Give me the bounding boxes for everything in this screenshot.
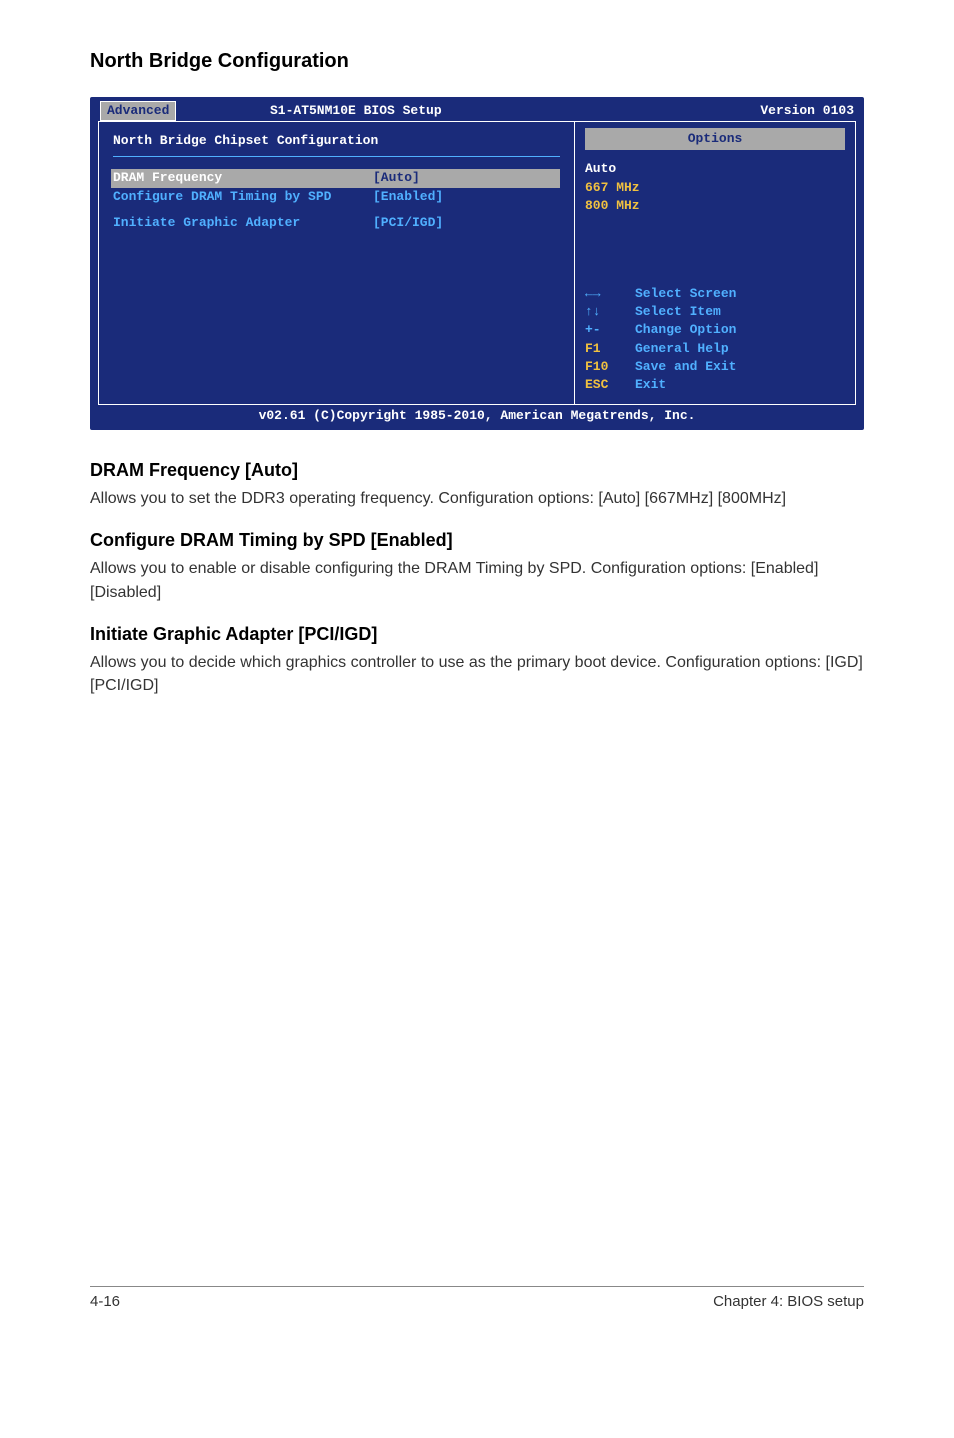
setting-row-dram-timing[interactable]: Configure DRAM Timing by SPD [Enabled] <box>113 188 560 206</box>
setting-label: DRAM Frequency <box>113 169 373 187</box>
bios-footer: v02.61 (C)Copyright 1985-2010, American … <box>92 407 862 428</box>
help-key: F1 <box>585 340 635 358</box>
bios-setup-title: S1-AT5NM10E BIOS Setup <box>270 102 684 120</box>
bios-window: Advanced S1-AT5NM10E BIOS Setup Version … <box>90 97 864 430</box>
help-text: Select Screen <box>635 285 736 303</box>
page-footer: 4-16 Chapter 4: BIOS setup <box>90 1286 864 1310</box>
help-text: Exit <box>635 376 666 394</box>
bios-version: Version 0103 <box>684 102 854 120</box>
section-heading: Initiate Graphic Adapter [PCI/IGD] <box>90 624 864 645</box>
help-text: General Help <box>635 340 729 358</box>
help-key: +- <box>585 321 635 339</box>
page-number: 4-16 <box>90 1293 120 1310</box>
options-title: Options <box>585 128 845 150</box>
setting-value: [PCI/IGD] <box>373 214 443 232</box>
setting-row-graphic-adapter[interactable]: Initiate Graphic Adapter [PCI/IGD] <box>113 214 560 232</box>
help-text: Save and Exit <box>635 358 736 376</box>
section-heading: DRAM Frequency [Auto] <box>90 460 864 481</box>
help-text: Select Item <box>635 303 721 321</box>
section-body: Allows you to decide which graphics cont… <box>90 651 864 697</box>
bios-right-panel: Options Auto 667 MHz 800 MHz ←→Select Sc… <box>574 121 856 405</box>
divider <box>113 156 560 157</box>
setting-value: [Enabled] <box>373 188 443 206</box>
setting-value: [Auto] <box>373 169 420 187</box>
setting-label: Configure DRAM Timing by SPD <box>113 188 373 206</box>
bios-tab-advanced[interactable]: Advanced <box>100 101 176 121</box>
bios-panel-title: North Bridge Chipset Configuration <box>113 132 560 150</box>
help-block: ←→Select Screen ↑↓Select Item +-Change O… <box>585 285 845 394</box>
chapter-label: Chapter 4: BIOS setup <box>713 1293 864 1310</box>
help-text: Change Option <box>635 321 736 339</box>
section-body: Allows you to enable or disable configur… <box>90 557 864 603</box>
setting-row-dram-frequency[interactable]: DRAM Frequency [Auto] <box>111 169 560 187</box>
option-item[interactable]: 800 MHz <box>585 197 845 215</box>
section-heading: Configure DRAM Timing by SPD [Enabled] <box>90 530 864 551</box>
help-key: ESC <box>585 376 635 394</box>
help-key: F10 <box>585 358 635 376</box>
section-body: Allows you to set the DDR3 operating fre… <box>90 487 864 510</box>
help-key: ↑↓ <box>585 303 635 321</box>
option-item[interactable]: 667 MHz <box>585 179 845 197</box>
bios-left-panel: North Bridge Chipset Configuration DRAM … <box>98 121 574 405</box>
option-item[interactable]: Auto <box>585 160 845 178</box>
setting-label: Initiate Graphic Adapter <box>113 214 373 232</box>
help-key: ←→ <box>585 285 635 303</box>
page-title: North Bridge Configuration <box>90 50 864 73</box>
